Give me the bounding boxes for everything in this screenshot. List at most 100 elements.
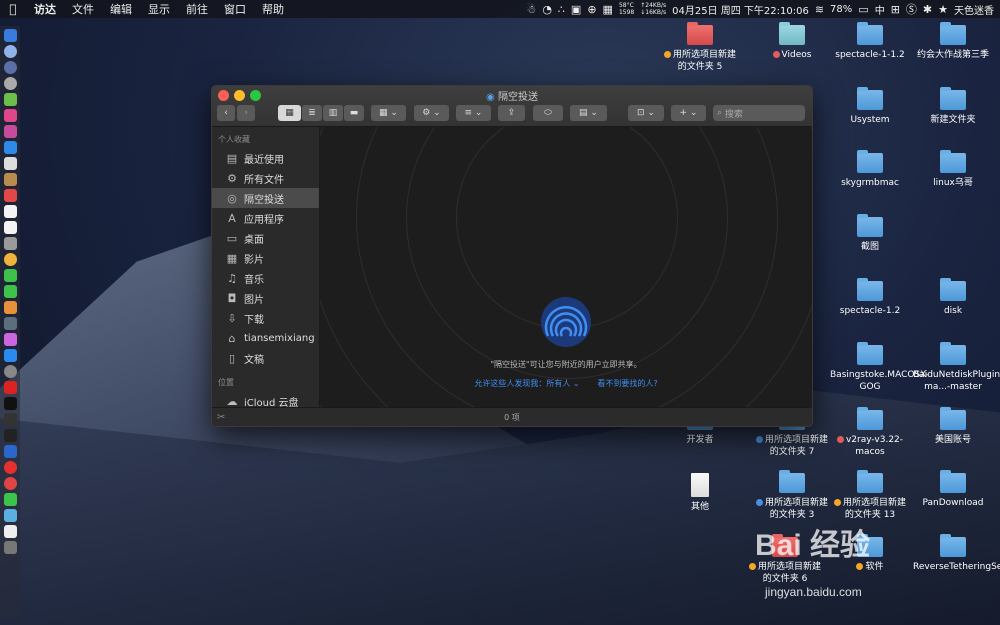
search-field[interactable]: ⌕ 搜索 (713, 105, 805, 121)
dots-icon[interactable]: ∴ (558, 3, 565, 16)
list-view-button[interactable]: ≣ (302, 105, 322, 121)
help-link[interactable]: 看不到要找的人? (597, 379, 657, 388)
desktop-folder[interactable]: spectacle-1.2 (830, 278, 910, 317)
group-button[interactable]: ▦ ⌄ (371, 105, 406, 121)
launchpad-dock-icon[interactable] (3, 61, 17, 74)
sidebar-item[interactable]: A 应用程序 (212, 208, 319, 228)
preferences-dock-icon[interactable] (3, 365, 17, 378)
app-dock-icon[interactable] (3, 141, 17, 154)
desktop-folder[interactable]: 美国账号 (913, 407, 993, 446)
desktop-folder[interactable]: PanDownload (913, 470, 993, 509)
cpu-stats[interactable]: 58°C 1598 (619, 2, 634, 16)
app-dock-icon[interactable] (3, 509, 17, 522)
share-button[interactable]: ⇪ (498, 105, 525, 121)
terminal-dock-icon[interactable] (3, 397, 17, 410)
action-gear-button[interactable]: ⚙ ⌄ (414, 105, 449, 121)
user-name[interactable]: 天色迷香 (954, 2, 994, 17)
tags-button[interactable]: ⬭ (533, 105, 563, 121)
messages-dock-icon[interactable] (3, 269, 17, 282)
calendar-icon[interactable]: ▦ (603, 3, 613, 16)
menu-view[interactable]: 显示 (140, 1, 178, 17)
vpn-dock-icon[interactable] (3, 445, 17, 458)
calendar-dock-icon[interactable] (3, 189, 17, 202)
menu-help[interactable]: 帮助 (254, 1, 292, 17)
notes-dock-icon[interactable] (3, 173, 17, 186)
globe-icon[interactable]: ⊕ (587, 3, 596, 16)
app-dock-icon[interactable] (3, 301, 17, 314)
appstore-dock-icon[interactable] (3, 349, 17, 362)
desktop-folder[interactable]: 截图 (830, 214, 910, 253)
discoverable-dropdown[interactable]: 允许这些人发现我：所有人 (474, 379, 570, 388)
menu-go[interactable]: 前往 (178, 1, 216, 17)
archive-button[interactable]: ⊡ ⌄ (628, 105, 664, 121)
wechat-dock-icon[interactable] (3, 493, 17, 506)
column-view-button[interactable]: ▥ (323, 105, 343, 121)
desktop-folder[interactable]: Usystem (830, 87, 910, 126)
input-method[interactable]: 中 (875, 2, 885, 17)
menu-window[interactable]: 窗口 (216, 1, 254, 17)
desktop-folder[interactable]: 用所选项目新建的文件夹 5 (660, 22, 740, 73)
arrange-button[interactable]: ≡ ⌄ (456, 105, 491, 121)
app-dock-icon[interactable] (3, 157, 17, 170)
weibo-dock-icon[interactable] (3, 477, 17, 490)
desktop-folder[interactable]: 新建文件夹 (913, 87, 993, 126)
app-dock-icon[interactable] (3, 429, 17, 442)
desktop-folder[interactable]: v2ray-v3.22-macos (830, 407, 910, 458)
speedometer-icon[interactable]: ◔ (542, 3, 552, 16)
sidebar-item[interactable]: ◘ 图片 (212, 288, 319, 308)
desktop-folder[interactable]: 用所选项目新建的文件夹 3 (752, 470, 832, 521)
app-dock-icon[interactable] (3, 525, 17, 538)
sidebar-item[interactable]: ⌂ tiansemixiang (212, 328, 319, 348)
sidebar-item[interactable]: ▯ 文稿 (212, 348, 319, 368)
app-dock-icon[interactable] (3, 317, 17, 330)
desktop-folder[interactable]: Basingstoke.MACOSX-GOG (830, 342, 929, 393)
battery-icon[interactable]: ▭ (858, 3, 868, 16)
finder-dock-icon[interactable] (3, 29, 17, 42)
yandex-dock-icon[interactable] (3, 461, 17, 474)
network-stats[interactable]: ↑24KB/s ↓16KB/s (640, 2, 666, 16)
app-dock-icon[interactable] (3, 125, 17, 138)
desktop-folder[interactable]: skygrmbmac (830, 150, 910, 189)
apple-menu-icon[interactable]:  (0, 2, 26, 16)
sidebar-item[interactable]: ⇩ 下载 (212, 308, 319, 328)
gallery-view-button[interactable]: ▬ (344, 105, 364, 121)
itunes-dock-icon[interactable] (3, 333, 17, 346)
menu-file[interactable]: 文件 (64, 1, 102, 17)
icon-view-button[interactable]: ▦ (278, 105, 301, 121)
desktop-folder[interactable]: 其他 (660, 473, 740, 513)
forward-button[interactable]: › (237, 105, 255, 121)
sidebar-item[interactable]: ◎ 隔空投送 (212, 188, 319, 208)
desktop-folder[interactable]: spectacle-1-1.2 (830, 22, 910, 61)
desktop-folder[interactable]: ReverseTetheringServer_1.2.0 (913, 534, 1000, 573)
app-dock-icon[interactable] (3, 221, 17, 234)
sidebar-item[interactable]: ▤ 最近使用 (212, 148, 319, 168)
star-icon[interactable]: ★ (938, 3, 948, 16)
app-dock-icon[interactable] (3, 109, 17, 122)
wifi-icon[interactable]: ≋ (815, 3, 824, 16)
sidebar-item[interactable]: ▭ 桌面 (212, 228, 319, 248)
qq-icon[interactable]: ☃ (526, 3, 536, 16)
menu-finder[interactable]: 访达 (26, 1, 64, 17)
tools-icon[interactable]: ✂ (217, 408, 225, 426)
desktop-folder[interactable]: BaiduNetdiskPlugin-ma...-master (913, 342, 1000, 393)
app-dock-icon[interactable] (3, 237, 17, 250)
desktop-folder[interactable]: 约会大作战第三季 (913, 22, 993, 61)
android-dock-icon[interactable] (3, 93, 17, 106)
desktop-folder[interactable]: linux乌哥 (913, 150, 993, 189)
menu-edit[interactable]: 编辑 (102, 1, 140, 17)
grid-icon[interactable]: ⊞ (891, 3, 900, 16)
app-dock-icon[interactable] (3, 381, 17, 394)
sidebar-item[interactable]: ⚙ 所有文件 (212, 168, 319, 188)
add-button[interactable]: + ⌄ (671, 105, 706, 121)
desktop-folder[interactable]: disk (913, 278, 993, 317)
trash-dock-icon[interactable] (3, 541, 17, 554)
back-button[interactable]: ‹ (217, 105, 235, 121)
sidebar-item[interactable]: ♫ 音乐 (212, 268, 319, 288)
photos-dock-icon[interactable] (3, 253, 17, 266)
sogou-icon[interactable]: Ⓢ (906, 1, 917, 17)
sidebar-item[interactable]: ▦ 影片 (212, 248, 319, 268)
desktop-folder[interactable]: Videos (752, 22, 832, 61)
app-dock-icon[interactable] (3, 413, 17, 426)
facetime-dock-icon[interactable] (3, 285, 17, 298)
app-dock-icon[interactable] (3, 205, 17, 218)
